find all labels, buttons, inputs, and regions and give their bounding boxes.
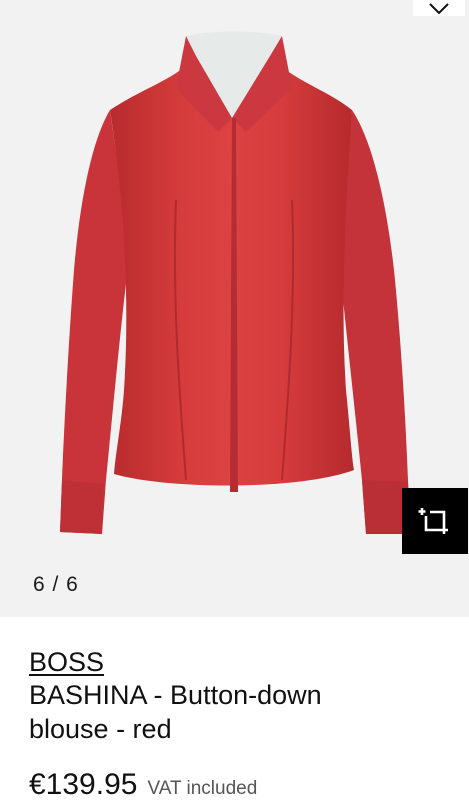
product-gallery[interactable]: 6 / 6	[0, 0, 469, 617]
image-counter: 6 / 6	[33, 573, 79, 596]
vat-note: VAT included	[147, 778, 258, 799]
find-similar-icon	[418, 508, 448, 534]
heart-icon	[429, 3, 449, 15]
product-image[interactable]	[0, 0, 469, 617]
price: €139.95	[29, 768, 138, 801]
price-row: €139.95 VAT included	[29, 768, 459, 802]
wishlist-button[interactable]	[413, 0, 465, 16]
product-name-line1: BASHINA - Button-down	[29, 680, 322, 710]
product-name: BASHINA - Button-down blouse - red	[29, 678, 459, 746]
brand-link[interactable]: BOSS	[29, 646, 459, 678]
find-similar-button[interactable]	[402, 488, 468, 554]
product-name-line2: blouse - red	[29, 714, 172, 744]
product-info: BOSS BASHINA - Button-down blouse - red …	[29, 646, 459, 802]
